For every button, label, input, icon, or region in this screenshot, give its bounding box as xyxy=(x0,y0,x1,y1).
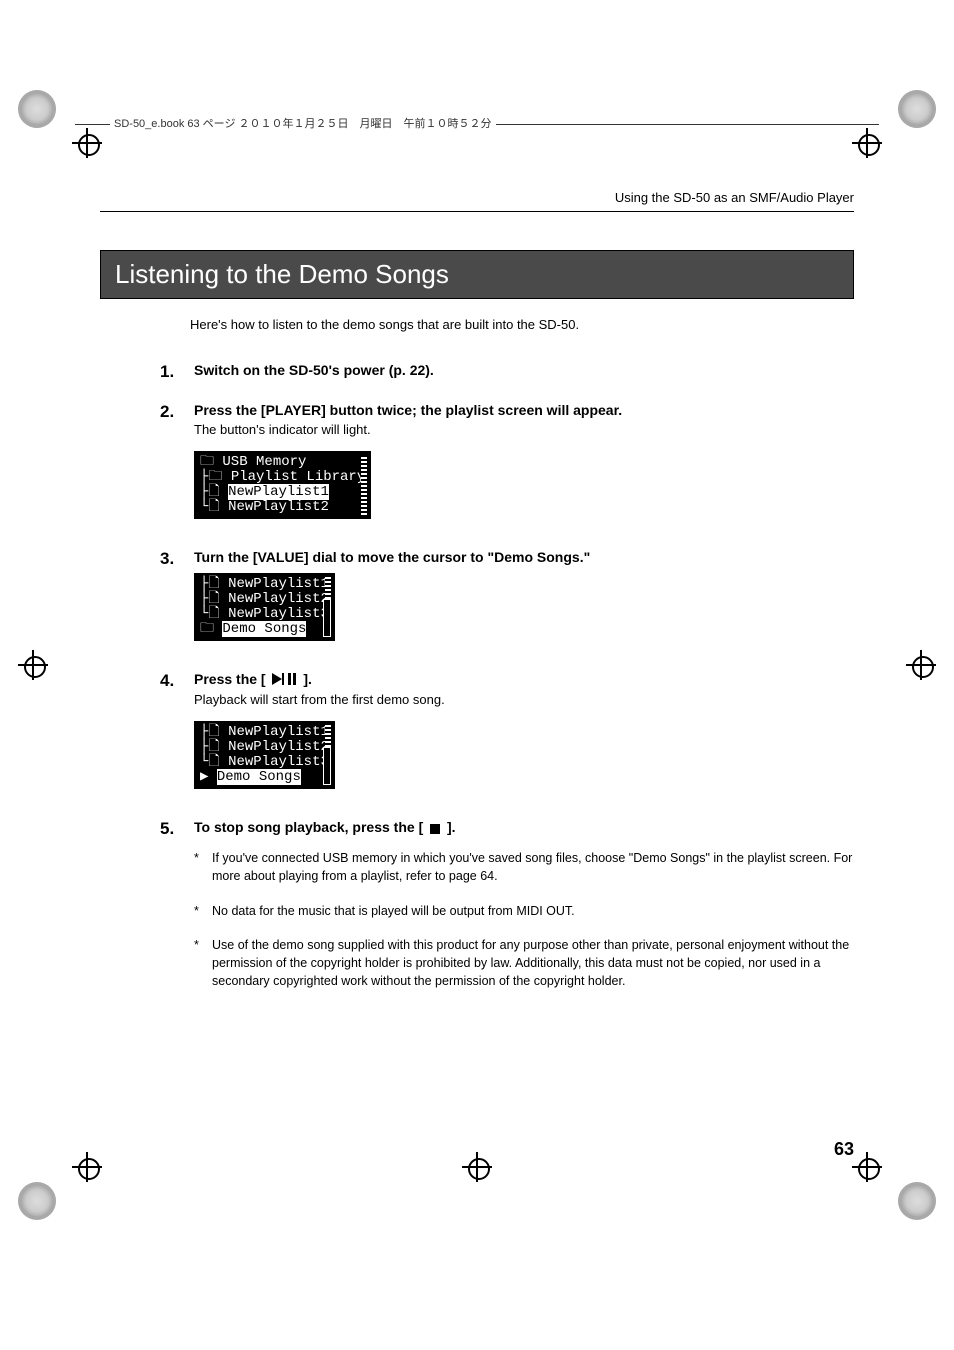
section-title: Listening to the Demo Songs xyxy=(100,250,854,299)
step-heading: Switch on the SD-50's power (p. 22). xyxy=(194,362,854,378)
rosette-icon xyxy=(18,90,56,128)
step-subtext: The button's indicator will light. xyxy=(194,422,854,437)
lcd-screenshot: 🗀 USB Memory├🗀 Playlist Library├🗋 NewPla… xyxy=(194,451,371,519)
page: SD-50_e.book 63 ページ ２０１０年１月２５日 月曜日 午前１０時… xyxy=(0,0,954,1350)
rosette-icon xyxy=(898,1182,936,1220)
step-subtext: Playback will start from the first demo … xyxy=(194,692,854,707)
note-item: No data for the music that is played wil… xyxy=(194,902,854,920)
crosshair-icon xyxy=(852,1152,882,1182)
content-area: Using the SD-50 as an SMF/Audio Player L… xyxy=(100,190,854,1180)
notes-list: If you've connected USB memory in which … xyxy=(194,849,854,990)
crosshair-icon xyxy=(72,128,102,158)
crosshair-icon xyxy=(72,1152,102,1182)
step-heading: Turn the [VALUE] dial to move the cursor… xyxy=(194,549,854,565)
step-item: Switch on the SD-50's power (p. 22). xyxy=(160,362,854,378)
lcd-screenshot: ├🗋 NewPlaylist1├🗋 NewPlaylist2└🗋 NewPlay… xyxy=(194,573,335,641)
note-item: Use of the demo song supplied with this … xyxy=(194,936,854,990)
step-item: Press the [PLAYER] button twice; the pla… xyxy=(160,402,854,525)
book-info-label: SD-50_e.book 63 ページ ２０１０年１月２５日 月曜日 午前１０時… xyxy=(110,115,496,131)
step-heading: To stop song playback, press the [ ]. xyxy=(194,819,854,835)
crosshair-icon xyxy=(852,128,882,158)
stop-icon xyxy=(430,824,440,834)
intro-text: Here's how to listen to the demo songs t… xyxy=(190,317,854,332)
crosshair-icon xyxy=(18,650,48,680)
running-head-rule: Using the SD-50 as an SMF/Audio Player xyxy=(100,190,854,212)
running-head: Using the SD-50 as an SMF/Audio Player xyxy=(100,190,854,211)
note-item: If you've connected USB memory in which … xyxy=(194,849,854,885)
page-number: 63 xyxy=(834,1139,854,1160)
step-heading: Press the [PLAYER] button twice; the pla… xyxy=(194,402,854,418)
play-pause-icon xyxy=(272,672,296,688)
rosette-icon xyxy=(18,1182,56,1220)
step-item: To stop song playback, press the [ ]. If … xyxy=(160,819,854,990)
step-item: Press the [ ]. Playback will start from t… xyxy=(160,671,854,795)
lcd-screenshot: ├🗋 NewPlaylist1├🗋 NewPlaylist2└🗋 NewPlay… xyxy=(194,721,335,789)
steps-list: Switch on the SD-50's power (p. 22). Pres… xyxy=(160,362,854,990)
step-item: Turn the [VALUE] dial to move the cursor… xyxy=(160,549,854,647)
step-heading: Press the [ ]. xyxy=(194,671,854,688)
crosshair-icon xyxy=(906,650,936,680)
rosette-icon xyxy=(898,90,936,128)
